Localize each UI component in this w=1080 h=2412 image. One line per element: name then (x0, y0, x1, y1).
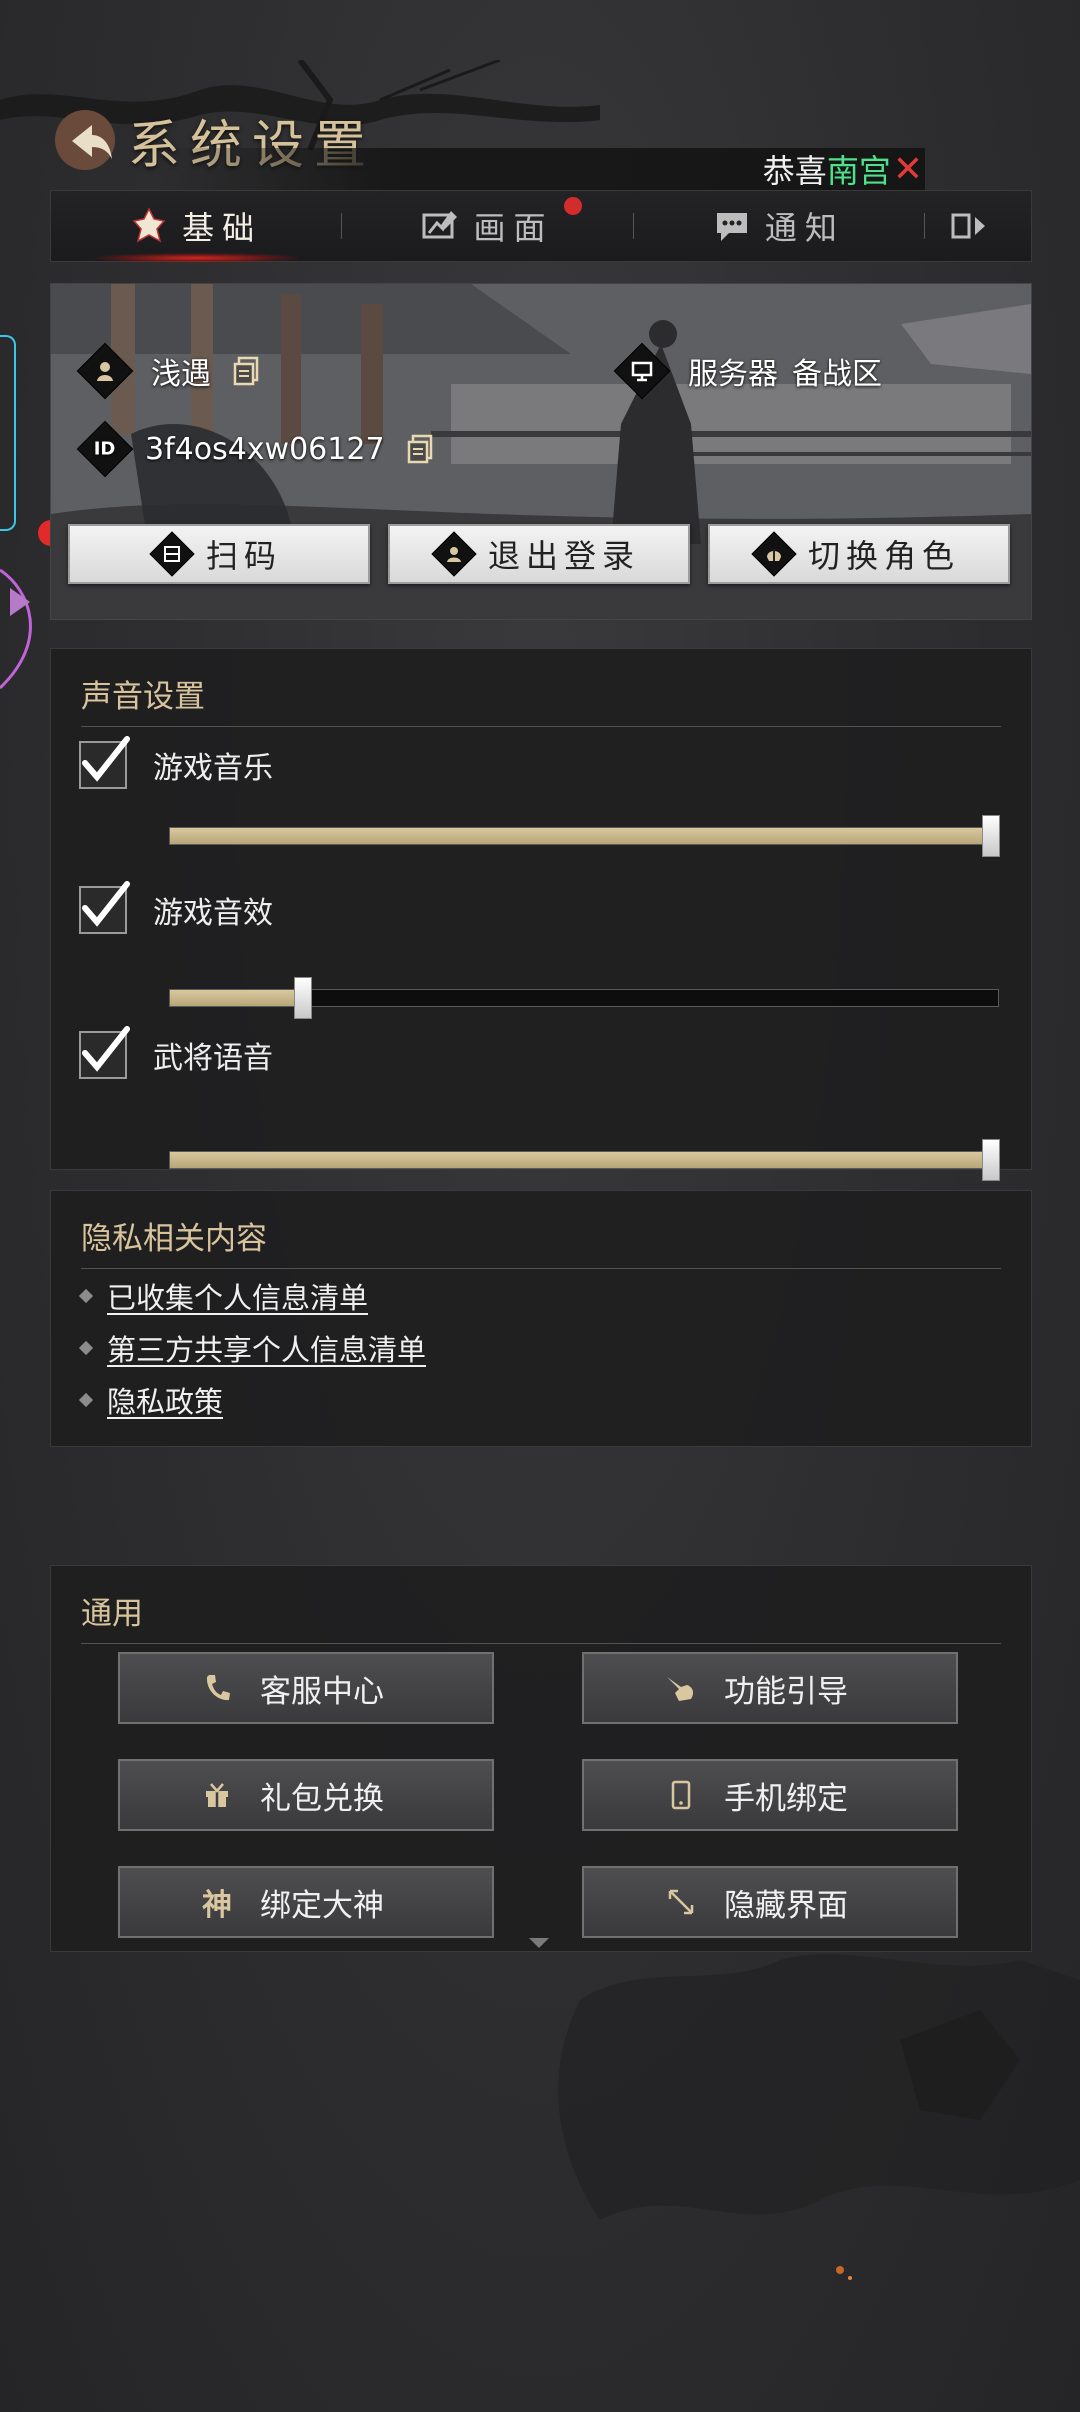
music-volume-fill (170, 828, 998, 844)
phone-icon (192, 1673, 242, 1703)
mobile-icon (656, 1780, 706, 1810)
player-name: 浅遇 (151, 357, 211, 392)
resize-arrows-icon (656, 1887, 706, 1917)
general-title: 通用 (81, 1588, 1001, 1644)
music-checkbox[interactable] (79, 736, 130, 789)
scan-button[interactable]: 扫码 (68, 524, 370, 584)
server-label: 服务器 (688, 357, 778, 392)
hand-pointer-icon (656, 1673, 706, 1703)
diamond-bullet-icon (78, 1340, 94, 1356)
link-text: 第三方共享个人信息清单 (107, 1333, 427, 1367)
button-label: 手机绑定 (724, 1780, 848, 1817)
banner-prefix: 恭喜 (762, 152, 827, 190)
checkmark-icon (82, 736, 130, 782)
player-id: 3f4os4xw06127 (145, 431, 385, 467)
tab-label: 基础 (182, 209, 263, 247)
button-label: 功能引导 (724, 1673, 848, 1710)
collected-info-link[interactable]: 已收集个人信息清单 (78, 1275, 369, 1317)
account-panel: 浅遇 服务器 备战区 ID 3f4os4xw06127 扫码 退出登录 切换角色 (50, 283, 1032, 620)
chat-bubble-icon (716, 213, 747, 241)
basic-tab-icon (132, 207, 166, 243)
button-label: 隐藏界面 (724, 1887, 848, 1924)
sfx-volume-slider[interactable] (169, 977, 999, 1019)
helmet-icon (751, 531, 797, 577)
server-monitor-icon (613, 342, 671, 400)
tab-notification[interactable]: 通知 (634, 191, 924, 261)
tab-basic[interactable]: 基础 (51, 191, 341, 263)
voice-volume-thumb[interactable] (982, 1139, 1000, 1181)
id-badge-label: ID (94, 438, 116, 460)
gift-icon (192, 1781, 242, 1809)
sfx-volume-fill (170, 990, 303, 1006)
shen-icon: 神 (202, 1888, 232, 1923)
music-toggle-row: 游戏音乐 (79, 736, 273, 789)
more-tab-icon (951, 213, 985, 239)
music-volume-slider[interactable] (169, 815, 1000, 857)
copy-id-icon[interactable] (407, 434, 433, 464)
player-id-row: ID 3f4os4xw06127 (76, 420, 433, 478)
phone-binding-button[interactable]: 手机绑定 (582, 1759, 958, 1831)
settings-tabs: 基础 画面 通知 (50, 190, 1032, 263)
voice-label: 武将语音 (153, 1041, 273, 1076)
banner-name: 南宫 (826, 152, 891, 190)
customer-service-button[interactable]: 客服中心 (118, 1652, 494, 1724)
side-drawer-tab[interactable] (0, 335, 16, 531)
voice-checkbox[interactable] (79, 1026, 130, 1079)
gift-redeem-button[interactable]: 礼包兑换 (118, 1759, 494, 1831)
feature-guide-button[interactable]: 功能引导 (582, 1652, 958, 1724)
button-label: 客服中心 (260, 1673, 384, 1710)
link-text: 已收集个人信息清单 (107, 1281, 369, 1315)
logout-button-label: 退出登录 (487, 537, 640, 575)
tab-badge-dot (564, 197, 583, 215)
sfx-toggle-row: 游戏音效 (79, 881, 273, 934)
button-label: 礼包兑换 (260, 1780, 384, 1817)
notification-banner: 恭喜 南宫 ✕ (155, 148, 925, 190)
voice-toggle-row: 武将语音 (79, 1026, 273, 1079)
player-name-row: 浅遇 (76, 342, 259, 400)
checkmark-icon (82, 881, 130, 927)
tab-graphics[interactable]: 画面 (342, 191, 632, 261)
tab-label: 通知 (764, 209, 845, 247)
tab-label: 画面 (473, 209, 554, 247)
privacy-policy-link[interactable]: 隐私政策 (78, 1379, 224, 1421)
music-volume-thumb[interactable] (982, 815, 1000, 857)
server-value: 备战区 (792, 357, 882, 392)
ink-horse-decoration (558, 1954, 1080, 2280)
privacy-title: 隐私相关内容 (81, 1213, 1001, 1269)
player-avatar-icon (76, 342, 134, 400)
copy-name-icon[interactable] (233, 356, 259, 386)
checkmark-icon (82, 1026, 130, 1072)
banner-close-icon[interactable]: ✕ (893, 149, 923, 190)
button-label: 绑定大神 (260, 1887, 384, 1924)
sound-settings-card: 声音设置 游戏音乐 游戏音效 武将语音 (50, 648, 1032, 1181)
id-badge-icon: ID (76, 420, 134, 478)
side-expand-arrow-icon[interactable] (0, 560, 40, 690)
diamond-bullet-icon (78, 1288, 94, 1304)
logout-icon (431, 531, 477, 577)
third-party-info-link[interactable]: 第三方共享个人信息清单 (78, 1327, 427, 1369)
sound-settings-title: 声音设置 (81, 671, 1001, 727)
scan-icon (149, 531, 195, 577)
server-row: 服务器 备战区 (613, 342, 882, 400)
scan-button-label: 扫码 (205, 537, 282, 575)
sfx-label: 游戏音效 (153, 896, 273, 931)
switch-role-button[interactable]: 切换角色 (708, 524, 1010, 584)
logout-button[interactable]: 退出登录 (388, 524, 690, 584)
voice-volume-fill (170, 1152, 998, 1168)
switch-role-button-label: 切换角色 (807, 537, 960, 575)
link-text: 隐私政策 (107, 1385, 224, 1419)
tab-more[interactable] (925, 191, 1031, 261)
music-label: 游戏音乐 (153, 751, 273, 786)
back-arrow-icon[interactable] (50, 105, 120, 175)
sfx-checkbox[interactable] (79, 881, 130, 934)
general-card: 通用 客服中心 功能引导 礼包兑换 手机绑定 神 绑定大神 隐藏界面 (50, 1565, 1032, 1952)
graphics-tab-icon (422, 211, 458, 239)
privacy-card: 隐私相关内容 已收集个人信息清单 第三方共享个人信息清单 隐私政策 (50, 1190, 1032, 1447)
sfx-volume-thumb[interactable] (294, 977, 313, 1019)
voice-volume-slider[interactable] (169, 1139, 1000, 1181)
diamond-bullet-icon (78, 1392, 94, 1408)
